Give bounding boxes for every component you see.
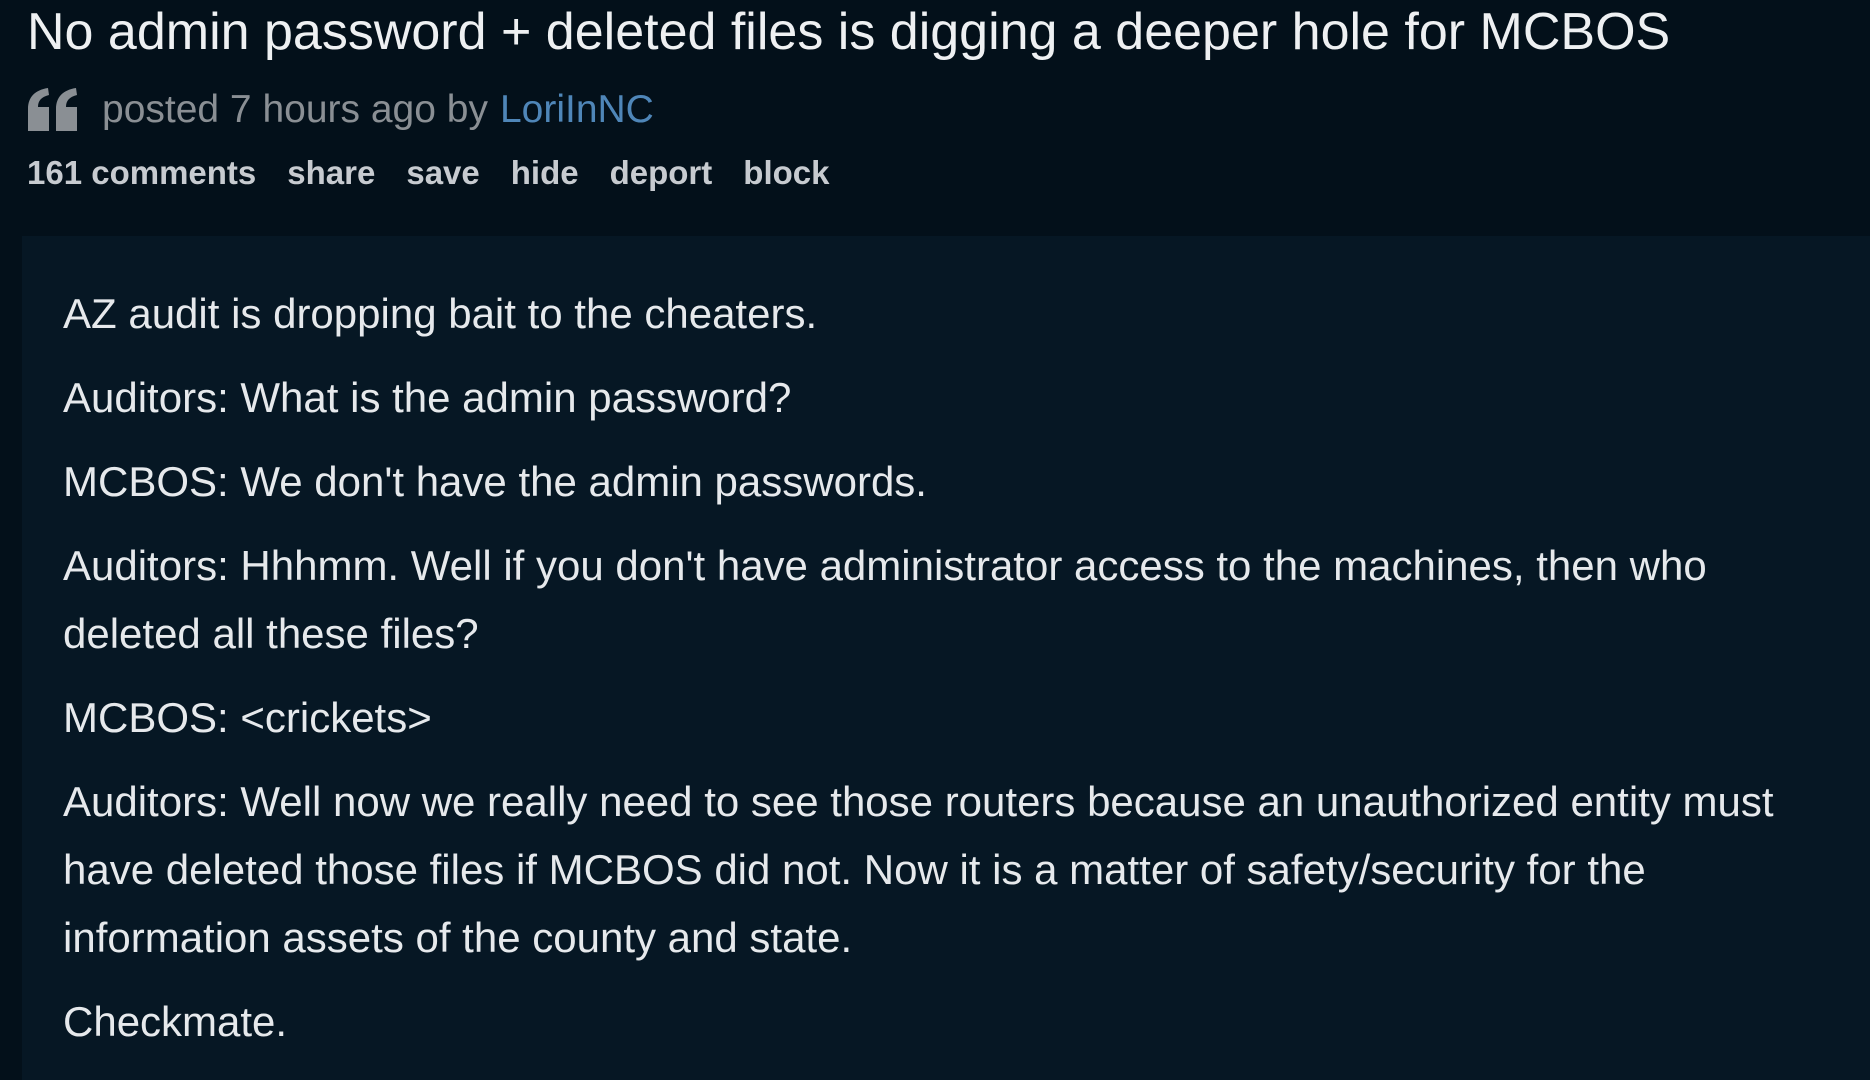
author-link[interactable]: LoriInNC (500, 88, 654, 132)
save-link[interactable]: save (406, 154, 479, 192)
post-title[interactable]: No admin password + deleted files is dig… (27, 2, 1670, 62)
hide-link[interactable]: hide (511, 154, 579, 192)
body-paragraph: Auditors: Hhhmm. Well if you don't have … (63, 542, 1707, 657)
body-paragraph: Auditors: What is the admin password? (63, 374, 792, 421)
post-header: No admin password + deleted files is dig… (0, 0, 1870, 232)
post-meta-text: posted 7 hours ago by (102, 88, 488, 131)
body-paragraph: Auditors: Well now we really need to see… (63, 778, 1774, 961)
quote-icon (26, 85, 82, 135)
block-link[interactable]: block (743, 154, 829, 192)
post-action-bar: 161 comments share save hide deport bloc… (27, 154, 860, 192)
body-paragraph: MCBOS: We don't have the admin passwords… (63, 458, 927, 505)
comments-link[interactable]: 161 comments (27, 154, 256, 192)
body-paragraph: Checkmate. (63, 998, 288, 1045)
body-paragraph: MCBOS: <crickets> (63, 694, 432, 741)
body-paragraph: AZ audit is dropping bait to the cheater… (63, 290, 818, 337)
post-meta: posted 7 hours ago by LoriInNC (26, 82, 654, 138)
share-link[interactable]: share (287, 154, 375, 192)
deport-link[interactable]: deport (610, 154, 713, 192)
post-body: AZ audit is dropping bait to the cheater… (63, 280, 1843, 1072)
